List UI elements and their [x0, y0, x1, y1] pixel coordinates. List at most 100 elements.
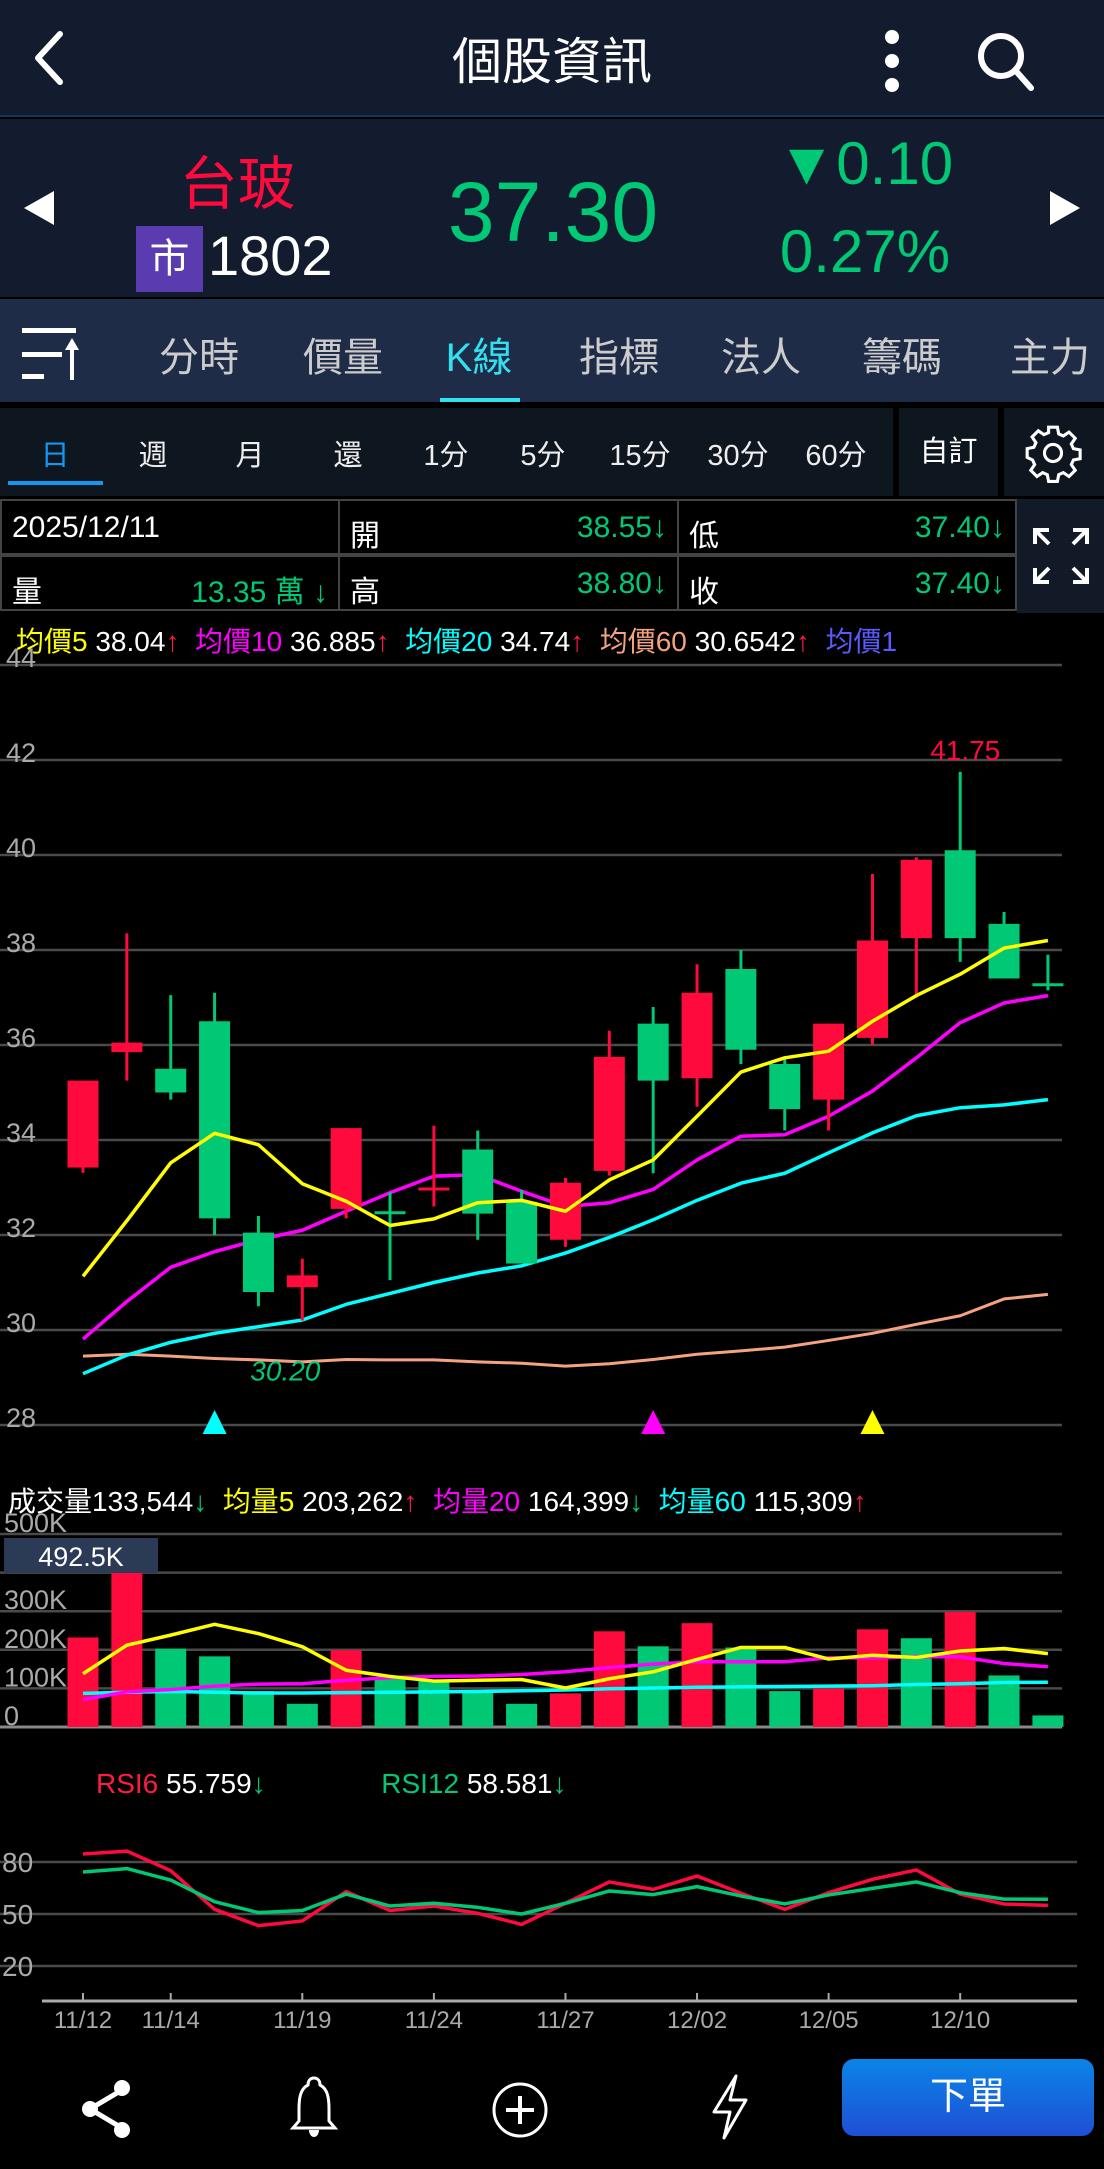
- custom-period-button[interactable]: 自訂: [899, 408, 998, 496]
- tab-indicators[interactable]: 指標: [579, 325, 659, 383]
- close-label: 收: [689, 576, 719, 609]
- low-cell: 低 37.40↓: [677, 499, 1017, 555]
- tab-major-players[interactable]: 主力: [1010, 325, 1090, 383]
- open-label: 開: [350, 520, 380, 553]
- volume-bar: [900, 1638, 932, 1727]
- fullscreen-button[interactable]: [1017, 499, 1104, 613]
- volume-axis-label: 0: [4, 1701, 19, 1731]
- open-value: 38.55↓: [576, 511, 667, 544]
- open-cell: 開 38.55↓: [338, 499, 679, 555]
- gear-icon[interactable]: [1022, 422, 1084, 484]
- tab-chips[interactable]: 籌碼: [862, 325, 942, 383]
- price-axis-label: 36: [6, 1023, 36, 1053]
- vma5-value: 203,262: [302, 1486, 404, 1517]
- rsi6-line: [82, 1849, 1048, 1928]
- price-axis-label: 34: [6, 1118, 36, 1148]
- period-5min[interactable]: 5分: [520, 432, 565, 474]
- volume-bar: [67, 1637, 99, 1727]
- main-tabs: 分時 價量 K線 指標 法人 籌碼 主力: [0, 299, 1104, 402]
- period-month[interactable]: 月: [235, 432, 264, 474]
- price-axis-label: 42: [6, 738, 36, 768]
- candle-body: [944, 850, 976, 939]
- last-price: 37.30: [447, 165, 659, 259]
- x-axis-date-label: 11/19: [273, 2007, 331, 2034]
- candle-body: [418, 1187, 450, 1191]
- volume-legend-value: 133,544: [92, 1486, 194, 1517]
- period-week[interactable]: 週: [138, 432, 167, 474]
- more-icon[interactable]: [880, 28, 904, 94]
- ma20-arrow: ↑: [570, 626, 585, 657]
- close-value: 37.40↓: [914, 567, 1005, 600]
- tab-menu-icon[interactable]: [22, 326, 80, 380]
- low-price-label: 30.20: [250, 1356, 320, 1387]
- candle-body: [330, 1128, 362, 1209]
- ma5-arrow: ↑: [165, 626, 180, 657]
- ma60-arrow: ↑: [795, 626, 810, 657]
- page-title: 個股資訊: [452, 34, 652, 90]
- period-1min[interactable]: 1分: [423, 432, 468, 474]
- candle-body: [681, 992, 713, 1079]
- rsi-axis-label: 80: [2, 1847, 33, 1878]
- volume-bar: [286, 1703, 318, 1727]
- high-label: 高: [350, 576, 380, 609]
- ma10-arrow: ↑: [375, 626, 390, 657]
- ma10-label: 均價10: [195, 626, 283, 657]
- close-cell: 收 37.40↓: [677, 555, 1017, 611]
- volume-bar: [506, 1703, 538, 1727]
- period-adjusted[interactable]: 還: [333, 432, 362, 474]
- x-axis-date-label: 11/12: [54, 2007, 112, 2034]
- candle-body: [111, 1042, 143, 1053]
- vma5-label: 均量5: [222, 1486, 295, 1517]
- price-axis-label: 28: [6, 1403, 36, 1433]
- next-stock-icon[interactable]: [1048, 191, 1082, 225]
- candle-body: [637, 1023, 669, 1081]
- candle-body: [242, 1232, 274, 1292]
- volume-bar: [199, 1656, 231, 1727]
- tab-institutional[interactable]: 法人: [721, 325, 801, 383]
- high-cell: 高 38.80↓: [338, 555, 679, 611]
- price-axis-label: 30: [6, 1308, 36, 1338]
- ma60-line: [82, 1292, 1049, 1368]
- volume-bar: [462, 1691, 494, 1727]
- signal-marker-icon: [860, 1410, 885, 1434]
- vma20-line: [82, 1654, 1049, 1702]
- share-icon[interactable]: [78, 2078, 134, 2140]
- volume-axis-label: 200K: [4, 1624, 67, 1654]
- lightning-icon[interactable]: [708, 2074, 752, 2140]
- add-icon[interactable]: [490, 2080, 550, 2140]
- period-60min[interactable]: 60分: [805, 432, 866, 474]
- search-icon[interactable]: [975, 30, 1037, 92]
- vma60-label: 均量60: [658, 1486, 746, 1517]
- ohlc-info-table: 2025/12/11 開 38.55↓ 低 37.40↓ 量 13.35 萬 ↓ 高 3…: [0, 499, 1017, 613]
- x-axis-date-label: 12/02: [667, 2007, 727, 2034]
- volume-bar: [593, 1631, 625, 1727]
- candle-body: [374, 1211, 406, 1215]
- period-30min[interactable]: 30分: [707, 432, 768, 474]
- x-axis-date-label: 11/24: [405, 2007, 463, 2034]
- place-order-button[interactable]: 下單: [842, 2059, 1094, 2136]
- stock-name: 台玻: [179, 152, 296, 217]
- vma20-arrow: ↓: [629, 1486, 644, 1517]
- candle-body: [900, 859, 932, 939]
- max-volume-label: 492.5K: [38, 1542, 124, 1572]
- volume-bar: [111, 1573, 143, 1727]
- tab-kline[interactable]: K線: [446, 325, 513, 383]
- signal-marker-icon: [202, 1410, 227, 1434]
- candle-body: [155, 1068, 187, 1093]
- volume-bar: [813, 1688, 845, 1727]
- candle-body: [988, 923, 1020, 979]
- period-selector: 日 週 月 還 1分 5分 15分 30分 60分 自訂: [0, 408, 1104, 496]
- volume-axis-label: 100K: [4, 1662, 67, 1692]
- candle-body: [593, 1056, 625, 1171]
- period-day[interactable]: 日: [40, 432, 69, 474]
- tab-intraday[interactable]: 分時: [159, 325, 239, 383]
- rsi12-arrow: ↓: [552, 1768, 567, 1799]
- volume-bar: [155, 1648, 187, 1727]
- ma5-line: [81, 938, 1049, 1278]
- prev-stock-icon[interactable]: [22, 191, 56, 225]
- tab-price-volume[interactable]: 價量: [303, 325, 383, 383]
- period-15min[interactable]: 15分: [609, 432, 670, 474]
- rsi6-arrow: ↓: [251, 1768, 266, 1799]
- bell-icon[interactable]: [283, 2074, 345, 2142]
- rsi-axis-label: 20: [2, 1951, 33, 1982]
